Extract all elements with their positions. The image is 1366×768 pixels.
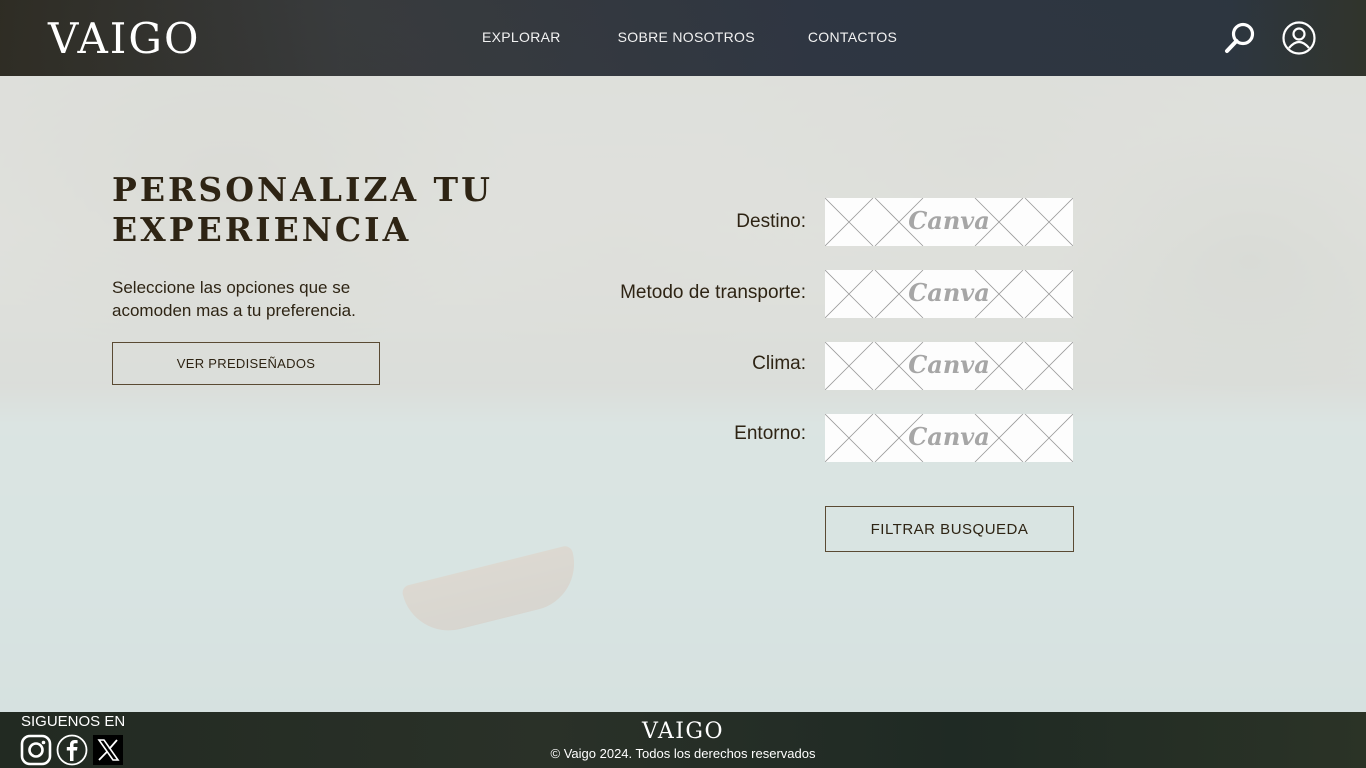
canva-placeholder: Canva xyxy=(908,278,990,307)
entorno-select[interactable]: Canva xyxy=(825,414,1073,462)
page-subtitle: Seleccione las opciones que se acomoden … xyxy=(112,278,356,320)
page-title: PERSONALIZA TU EXPERIENCIA xyxy=(112,170,493,249)
search-icon[interactable] xyxy=(1222,20,1258,56)
copyright-text: © Vaigo 2024. Todos los derechos reserva… xyxy=(550,746,816,761)
destino-label: Destino: xyxy=(736,211,806,232)
canva-placeholder: Canva xyxy=(908,422,990,451)
footer-logo: VAIGO xyxy=(641,719,725,744)
filter-search-button[interactable]: FILTRAR BUSQUEDA xyxy=(825,506,1074,552)
site-footer: SIGUENOS EN VAIGO © Vaigo 2024. Todos lo… xyxy=(0,712,1366,768)
entorno-label: Entorno: xyxy=(734,423,806,444)
transporte-label: Metodo de transporte: xyxy=(620,282,806,303)
main-nav: EXPLORAR SOBRE NOSOTROS CONTACTOS xyxy=(482,29,954,45)
nav-sobre-nosotros[interactable]: SOBRE NOSOTROS xyxy=(618,29,755,45)
destino-select[interactable]: Canva xyxy=(825,198,1073,246)
transporte-select[interactable]: Canva xyxy=(825,270,1073,318)
user-icon[interactable] xyxy=(1281,20,1317,56)
nav-explorar[interactable]: EXPLORAR xyxy=(482,29,561,45)
clima-select[interactable]: Canva xyxy=(825,342,1073,390)
clima-label: Clima: xyxy=(752,353,806,374)
canva-placeholder: Canva xyxy=(908,350,990,379)
site-logo[interactable]: VAIGO xyxy=(48,14,200,63)
canva-placeholder: Canva xyxy=(908,206,990,235)
site-header: VAIGO EXPLORAR SOBRE NOSOTROS CONTACTOS xyxy=(0,0,1366,76)
nav-contactos[interactable]: CONTACTOS xyxy=(808,29,897,45)
view-presets-button[interactable]: VER PREDISEÑADOS xyxy=(112,342,380,385)
